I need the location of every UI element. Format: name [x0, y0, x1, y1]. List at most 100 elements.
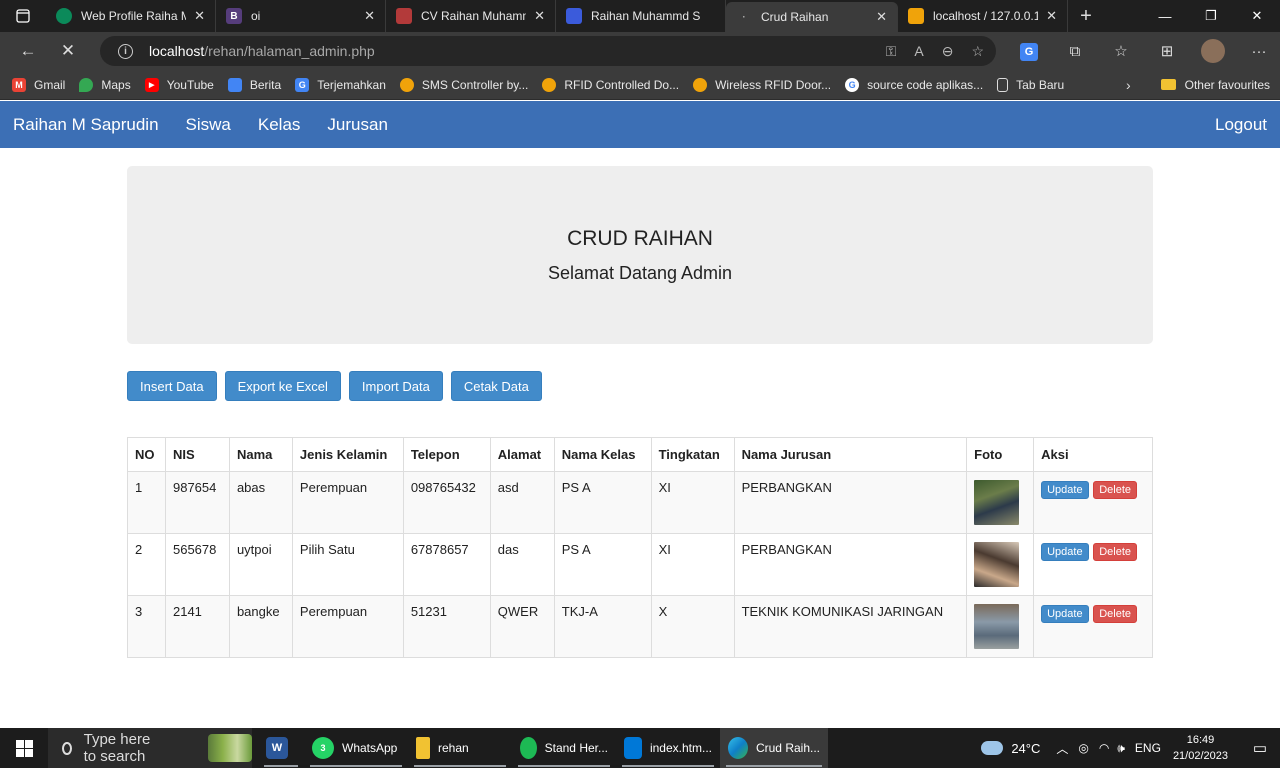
volume-icon[interactable]: 🕪 — [1117, 741, 1125, 756]
zoom-out-icon[interactable]: ⊖ — [942, 43, 954, 60]
taskbar-search[interactable]: Type here to search — [48, 728, 252, 768]
print-data-button[interactable]: Cetak Data — [450, 371, 542, 401]
delete-button[interactable]: Delete — [1093, 605, 1137, 623]
cell-tingkatan: X — [650, 595, 735, 658]
taskbar-app-word[interactable]: W — [258, 728, 304, 768]
chevron-up-icon[interactable]: ︿ — [1056, 740, 1068, 757]
bookmark-item[interactable]: Gsource code aplikas... — [845, 77, 983, 92]
taskbar-app-edge[interactable]: Crud Raih... — [720, 728, 828, 768]
bookmark-label: YouTube — [166, 77, 214, 92]
extensions-icon[interactable]: ⧉ — [1052, 43, 1098, 60]
cell-aksi: Update Delete — [1033, 533, 1153, 596]
bookmark-item[interactable]: Wireless RFID Door... — [693, 77, 831, 92]
meet-now-icon[interactable]: ◎ — [1078, 741, 1088, 755]
notification-icon[interactable]: ▭ — [1240, 739, 1280, 757]
spotify-icon — [520, 737, 537, 759]
nav-link-jurusan[interactable]: Jurusan — [327, 115, 387, 135]
window-close-icon[interactable]: ✕ — [1234, 0, 1280, 32]
translate-icon[interactable]: G — [1006, 42, 1052, 61]
cell-jenis-kelamin: Perempuan — [291, 595, 404, 658]
delete-button[interactable]: Delete — [1093, 543, 1137, 561]
browser-tab[interactable]: localhost / 127.0.0.1 ✕ — [898, 0, 1068, 32]
restore-icon[interactable]: ❐ — [1188, 0, 1234, 32]
key-icon[interactable]: ⚿ — [886, 43, 897, 60]
taskbar-app-spotify[interactable]: Stand Her... — [512, 728, 616, 768]
insert-data-button[interactable]: Insert Data — [127, 371, 217, 401]
column-header: Nama Kelas — [553, 437, 652, 472]
bookmark-item[interactable]: SMS Controller by... — [399, 77, 529, 92]
cell-aksi: Update Delete — [1033, 471, 1153, 534]
more-menu-icon[interactable]: ··· — [1236, 43, 1280, 60]
browser-tab[interactable]: Web Profile Raiha M ✕ — [46, 0, 216, 32]
translate-icon: G — [295, 77, 310, 92]
column-header: Jenis Kelamin — [291, 437, 404, 472]
cell-alamat: asd — [489, 471, 555, 534]
browser-tab-active[interactable]: · Crud Raihan ✕ — [726, 2, 898, 32]
delete-button[interactable]: Delete — [1093, 481, 1137, 499]
cell-nama: uytpoi — [228, 533, 293, 596]
weather-temp[interactable]: 24°C — [1011, 741, 1040, 756]
update-button[interactable]: Update — [1041, 481, 1089, 499]
cell-jurusan: PERBANGKAN — [733, 533, 968, 596]
read-aloud-icon[interactable]: A — [914, 43, 923, 59]
minimize-icon[interactable]: — — [1142, 0, 1188, 32]
logout-link[interactable]: Logout — [1215, 115, 1267, 135]
wifi-icon[interactable]: ◠ — [1099, 741, 1109, 755]
favorite-star-icon[interactable]: ☆ — [971, 43, 984, 60]
bookmark-item[interactable]: Tab Baru — [997, 77, 1064, 92]
taskbar-app-whatsapp[interactable]: 3 WhatsApp — [304, 728, 408, 768]
tab-close-icon[interactable]: ✕ — [364, 8, 375, 24]
bookmark-item[interactable]: Berita — [227, 77, 281, 92]
cell-jenis-kelamin: Pilih Satu — [291, 533, 404, 596]
new-tab-icon[interactable]: + — [1068, 5, 1104, 28]
site-info-icon[interactable]: i — [118, 43, 133, 59]
system-clock[interactable]: 16:49 21/02/2023 — [1173, 732, 1228, 764]
navbar-brand[interactable]: Raihan M Saprudin — [13, 115, 159, 135]
bookmark-item[interactable]: RFID Controlled Do... — [542, 77, 679, 92]
tab-close-icon[interactable]: ✕ — [194, 8, 205, 24]
tab-close-icon[interactable]: ✕ — [1046, 8, 1057, 24]
import-data-button[interactable]: Import Data — [348, 371, 443, 401]
update-button[interactable]: Update — [1041, 543, 1089, 561]
back-icon[interactable]: ← — [8, 32, 48, 70]
update-button[interactable]: Update — [1041, 605, 1089, 623]
browser-tab[interactable]: Raihan Muhammd S — [556, 0, 726, 32]
cell-foto — [966, 595, 1035, 658]
search-highlight-icon — [208, 734, 252, 762]
bookmark-item[interactable]: G Terjemahkan — [295, 77, 386, 92]
language-indicator[interactable]: ENG — [1135, 741, 1161, 755]
address-bar[interactable]: i localhost/rehan/halaman_admin.php ⚿ A … — [100, 36, 996, 66]
cell-telepon: 098765432 — [402, 471, 491, 534]
maps-icon — [79, 77, 94, 92]
taskbar-app-vscode[interactable]: index.htm... — [616, 728, 720, 768]
profile-avatar[interactable] — [1190, 39, 1236, 63]
bookmark-label: SMS Controller by... — [421, 77, 529, 92]
bookmark-label: Gmail — [34, 77, 66, 92]
weather-icon[interactable] — [981, 741, 1004, 755]
collections-icon[interactable]: ⊞ — [1144, 42, 1190, 60]
chevron-right-icon[interactable]: › — [1126, 77, 1131, 93]
browser-tab[interactable]: CV Raihan Muhamm ✕ — [386, 0, 556, 32]
cell-kelas: TKJ-A — [553, 595, 652, 658]
favorites-icon[interactable]: ☆ — [1098, 42, 1144, 60]
taskbar-app-explorer[interactable]: rehan — [408, 728, 512, 768]
other-favourites[interactable]: Other favourites — [1160, 78, 1270, 92]
nav-link-siswa[interactable]: Siswa — [186, 115, 231, 135]
stop-loading-icon[interactable]: ✕ — [48, 32, 88, 70]
tab-close-icon[interactable]: ✕ — [876, 9, 887, 25]
tab-favicon-icon — [396, 8, 412, 24]
bookmark-item[interactable]: ▶ YouTube — [144, 77, 214, 92]
windows-start-icon[interactable] — [0, 728, 48, 768]
student-table: NO NIS Nama Jenis Kelamin Telepon Alamat… — [127, 437, 1153, 658]
nav-link-kelas[interactable]: Kelas — [258, 115, 301, 135]
tab-actions-icon[interactable] — [0, 0, 46, 32]
action-buttons: Insert Data Export ke Excel Import Data … — [127, 371, 542, 401]
cell-telepon: 51231 — [402, 595, 491, 658]
bookmark-item[interactable]: M Gmail — [12, 77, 66, 92]
tab-close-icon[interactable]: ✕ — [534, 8, 545, 24]
cell-nama: abas — [228, 471, 293, 534]
browser-tab[interactable]: B oi ✕ — [216, 0, 386, 32]
bookmark-item[interactable]: Maps — [79, 77, 131, 92]
export-excel-button[interactable]: Export ke Excel — [224, 371, 341, 401]
page-title: CRUD RAIHAN — [567, 227, 713, 250]
